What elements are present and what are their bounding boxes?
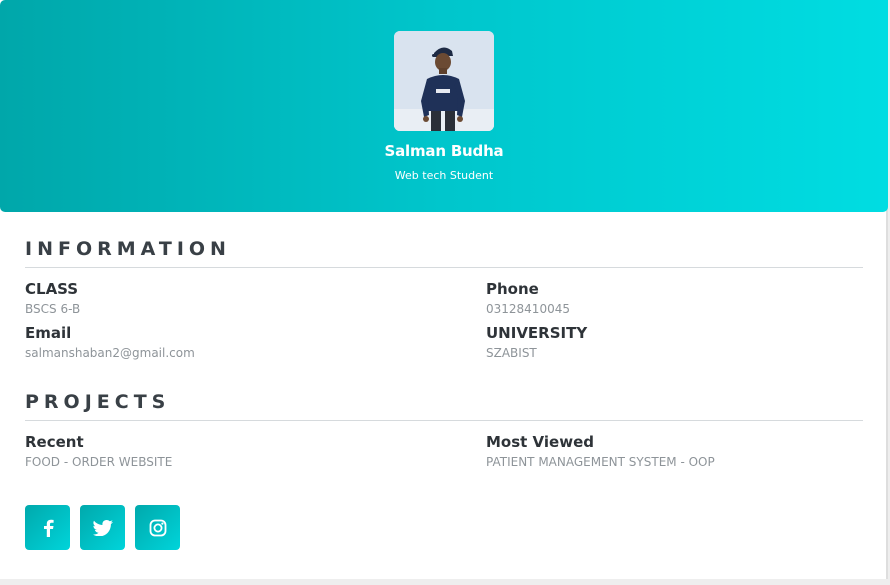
- phone-value: 03128410045: [486, 302, 570, 316]
- recent-project-value: FOOD - ORDER WEBSITE: [25, 455, 173, 469]
- most-viewed-project-value: PATIENT MANAGEMENT SYSTEM - OOP: [486, 455, 715, 469]
- instagram-icon: [149, 519, 166, 536]
- information-divider: [25, 267, 863, 268]
- information-heading: INFORMATION: [25, 238, 231, 260]
- projects-heading: PROJECTS: [25, 391, 171, 413]
- email-label: Email: [25, 324, 72, 342]
- recent-project-label: Recent: [25, 433, 84, 451]
- university-value: SZABIST: [486, 346, 537, 360]
- email-value: salmanshaban2@gmail.com: [25, 346, 195, 360]
- avatar: [394, 31, 494, 131]
- class-value: BSCS 6-B: [25, 302, 81, 316]
- instagram-button[interactable]: [135, 505, 180, 550]
- projects-divider: [25, 420, 863, 421]
- profile-photo-icon: [394, 31, 494, 131]
- profile-name: Salman Budha: [384, 142, 504, 160]
- facebook-button[interactable]: [25, 505, 70, 550]
- university-label: UNIVERSITY: [486, 324, 588, 342]
- phone-label: Phone: [486, 280, 539, 298]
- class-label: CLASS: [25, 280, 79, 298]
- twitter-button[interactable]: [80, 505, 125, 550]
- profile-card: Salman Budha Web tech Student INFORMATIO…: [0, 0, 888, 579]
- profile-role: Web tech Student: [394, 169, 494, 182]
- profile-header: Salman Budha Web tech Student: [0, 0, 888, 212]
- facebook-icon: [43, 519, 54, 537]
- most-viewed-project-label: Most Viewed: [486, 433, 594, 451]
- twitter-icon: [92, 519, 113, 536]
